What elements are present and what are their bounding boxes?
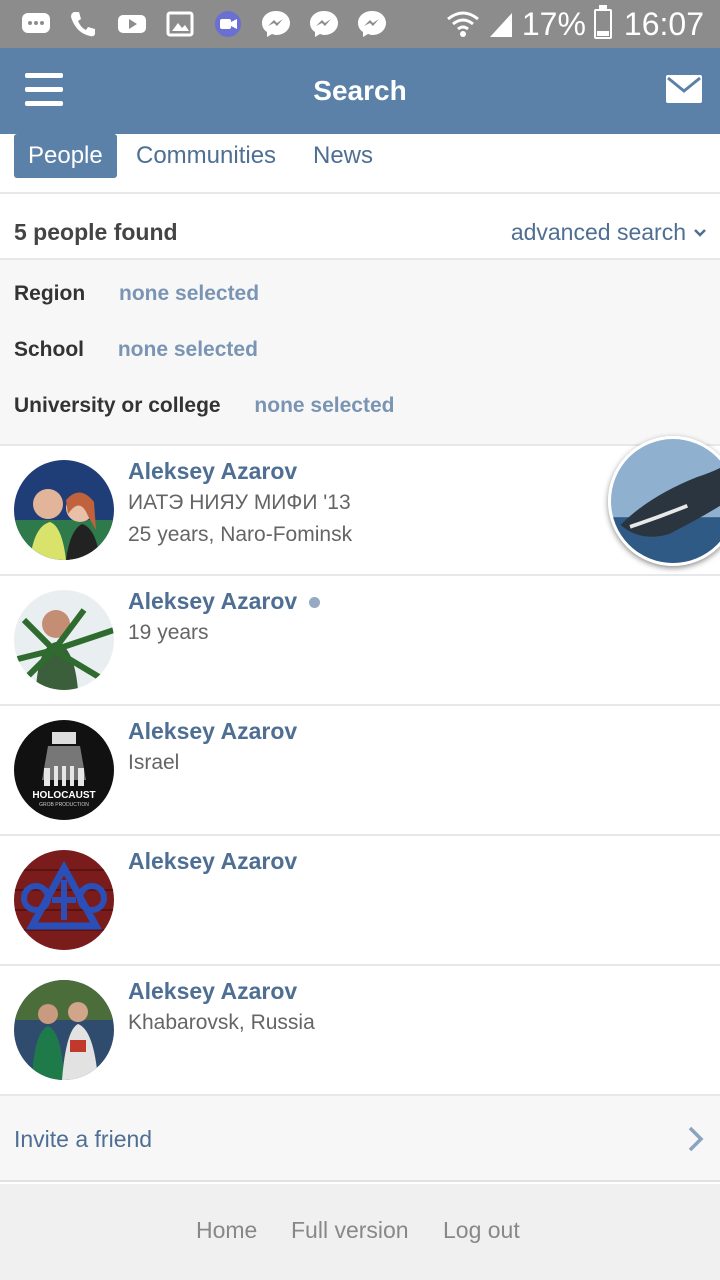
filter-university-label: University or college xyxy=(14,394,221,417)
search-filters: Region none selected School none selecte… xyxy=(0,260,720,446)
phone-icon xyxy=(71,12,95,37)
person-name-text[interactable]: Aleksey Azarov xyxy=(128,588,297,614)
list-item[interactable]: Aleksey Azarov 19 years xyxy=(0,576,720,706)
person-detail: 25 years, Naro-Fominsk xyxy=(128,523,353,546)
results-count: 5 people found xyxy=(14,219,178,245)
person-detail: Israel xyxy=(128,751,180,774)
signal-icon xyxy=(489,13,512,37)
footer-home-link[interactable]: Home xyxy=(196,1214,257,1246)
avatar-caption: HOLOCAUST xyxy=(32,790,95,801)
filter-school-value[interactable]: none selected xyxy=(118,322,258,378)
clock: 16:07 xyxy=(623,5,704,42)
avatar[interactable] xyxy=(14,590,114,690)
footer: Home Full version Log out xyxy=(0,1184,720,1280)
footer-log-out-link[interactable]: Log out xyxy=(443,1214,520,1246)
person-name[interactable]: Aleksey Azarov xyxy=(128,586,321,616)
filter-university-value[interactable]: none selected xyxy=(254,378,394,434)
list-item[interactable]: Aleksey Azarov xyxy=(0,836,720,966)
wifi-icon xyxy=(446,11,479,37)
page-title: Search xyxy=(313,75,407,106)
online-indicator xyxy=(309,597,321,609)
filter-university[interactable]: University or college none selected xyxy=(14,378,394,434)
footer-full-version-link[interactable]: Full version xyxy=(291,1214,409,1246)
filter-region-value[interactable]: none selected xyxy=(119,266,259,322)
avatar[interactable]: HOLOCAUST GROB PRODUCTION xyxy=(14,720,114,820)
youtube-icon xyxy=(118,15,146,33)
filter-school-label: School xyxy=(14,338,85,361)
advanced-search-label: advanced search xyxy=(510,219,686,245)
messenger-icon xyxy=(310,11,338,37)
status-indicators: 17% 16:07 xyxy=(446,0,704,48)
battery-percent: 17% xyxy=(521,5,586,42)
avatar[interactable] xyxy=(14,460,114,560)
person-name[interactable]: Aleksey Azarov xyxy=(128,976,297,1006)
tab-news[interactable]: News xyxy=(299,134,387,178)
list-item[interactable]: HOLOCAUST GROB PRODUCTION Aleksey Azarov… xyxy=(0,706,720,836)
advanced-search-link[interactable]: advanced search xyxy=(511,196,706,268)
avatar[interactable] xyxy=(14,980,114,1080)
filter-region[interactable]: Region none selected xyxy=(14,266,259,322)
app-header: Search xyxy=(0,48,720,134)
video-call-icon xyxy=(215,11,241,37)
search-tabs: People Communities News xyxy=(0,134,720,194)
tab-people[interactable]: People xyxy=(14,134,117,178)
result-bar: 5 people found advanced search xyxy=(0,196,720,260)
list-item[interactable]: Aleksey Azarov Khabarovsk, Russia xyxy=(0,966,720,1096)
person-detail: ИАТЭ НИЯУ МИФИ '13 xyxy=(128,491,351,514)
status-bar: 17% 16:07 xyxy=(0,0,720,48)
avatar-subcaption: GROB PRODUCTION xyxy=(39,802,89,808)
tab-communities[interactable]: Communities xyxy=(122,134,290,178)
avatar[interactable] xyxy=(14,850,114,950)
chevron-down-icon xyxy=(694,229,706,237)
chevron-right-icon xyxy=(688,1126,704,1152)
chat-bubble-icon xyxy=(22,13,50,33)
person-detail: Khabarovsk, Russia xyxy=(128,1011,315,1034)
person-name[interactable]: Aleksey Azarov xyxy=(128,456,297,486)
invite-friend-row[interactable]: Invite a friend xyxy=(0,1096,720,1182)
person-detail: 19 years xyxy=(128,621,209,644)
person-name[interactable]: Aleksey Azarov xyxy=(128,846,297,876)
messenger-icon xyxy=(262,11,290,37)
mail-icon[interactable] xyxy=(666,75,702,103)
invite-friend-label[interactable]: Invite a friend xyxy=(14,1096,152,1182)
person-name[interactable]: Aleksey Azarov xyxy=(128,716,297,746)
messenger-icon xyxy=(358,11,386,37)
gallery-icon xyxy=(166,11,194,37)
battery-icon xyxy=(593,5,612,39)
filter-school[interactable]: School none selected xyxy=(14,322,258,378)
filter-region-label: Region xyxy=(14,282,86,305)
